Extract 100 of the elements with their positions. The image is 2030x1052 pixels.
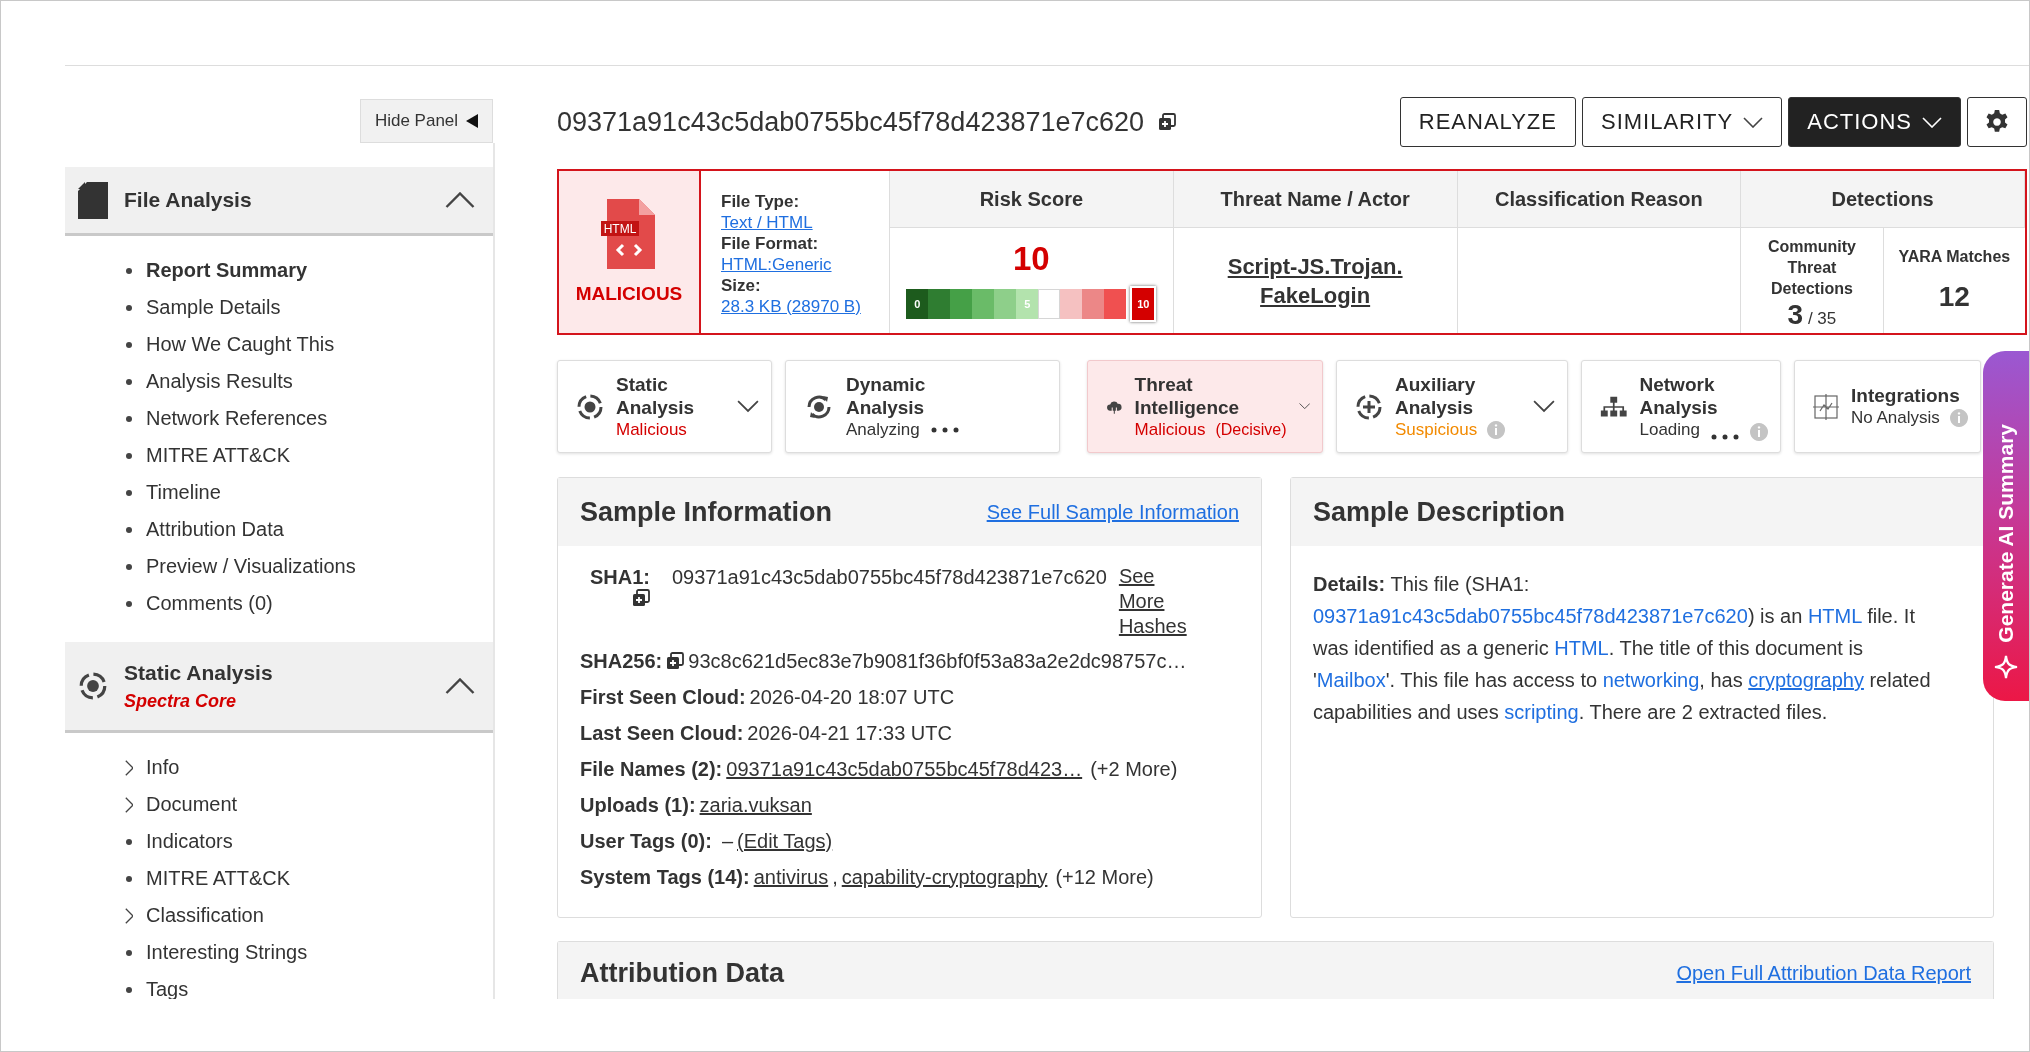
- bullet-icon: [126, 304, 132, 311]
- risk-scale-segment: [972, 288, 995, 319]
- nav-link[interactable]: Report Summary: [146, 259, 308, 282]
- risk-scale-segment: [950, 288, 973, 319]
- description-link[interactable]: 09371a91c43c5dab0755bc45f78d423871e7c620: [1313, 605, 1748, 627]
- risk-scale-segment: [928, 288, 951, 319]
- analysis-tab[interactable]: Static Analysis Malicious: [557, 360, 772, 453]
- nav-link[interactable]: Indicators: [146, 830, 233, 853]
- field-value: 2026-04-21 17:33 UTC: [747, 721, 952, 745]
- field-link[interactable]: HTML:Generic: [721, 254, 832, 275]
- field-link[interactable]: antivirus: [753, 865, 829, 889]
- detection-count: 3 / 35: [1787, 299, 1837, 331]
- field-link[interactable]: zaria.vuksan: [699, 793, 812, 817]
- nav-link[interactable]: Preview / Visualizations: [146, 555, 356, 578]
- threat-name-link[interactable]: Script-JS.Trojan.FakeLogin: [1200, 251, 1431, 310]
- description-link[interactable]: HTML: [1554, 637, 1609, 659]
- nav-link[interactable]: Attribution Data: [146, 518, 284, 541]
- nav-link[interactable]: Comments (0): [146, 592, 273, 615]
- tab-title: Auxiliary Analysis: [1395, 372, 1476, 419]
- panel-link[interactable]: Open Full Attribution Data Report: [1676, 961, 1971, 985]
- tab-title: Integrations: [1851, 384, 1960, 407]
- bullet-icon: [126, 452, 132, 459]
- scale-label: 5: [1024, 297, 1031, 310]
- panel-link[interactable]: See Full Sample Information: [986, 500, 1239, 524]
- field-label: SHA256:: [580, 649, 663, 673]
- bullet-icon: [126, 986, 132, 993]
- section-title: Static Analysis: [124, 660, 273, 685]
- section-header[interactable]: Static Analysis Spectra Core: [65, 642, 493, 733]
- description-link[interactable]: cryptography: [1748, 669, 1864, 691]
- field-link[interactable]: 09371a91c43c5dab0755bc45f78d423…: [726, 757, 1083, 781]
- similarity-button[interactable]: SIMILARITY: [1581, 97, 1783, 147]
- bullet-icon: [126, 838, 132, 845]
- scale-label: 10: [1137, 297, 1150, 310]
- nav-link[interactable]: Sample Details: [146, 296, 281, 319]
- risk-scale-segment: [1082, 288, 1105, 319]
- gear-icon: [1984, 109, 2010, 135]
- field-value: 93c8c621d5ec83e7b9081f36bf0f53a83a2e2dc98757c…: [688, 649, 1187, 673]
- tab-title: Network Analysis: [1639, 372, 1718, 419]
- field-label: SHA1:: [590, 566, 650, 589]
- field-link[interactable]: capability-cryptography: [841, 865, 1048, 889]
- chevron-right-icon: [124, 796, 134, 813]
- status-text: No Analysis: [1851, 407, 1940, 429]
- detection-label: YARA Matches: [1897, 247, 2012, 267]
- field-label: Size:: [721, 276, 761, 295]
- risk-scale-segment: [1104, 288, 1127, 319]
- column-header: Detections: [1741, 171, 2025, 228]
- analysis-tab[interactable]: Dynamic Analysis Analyzing: [785, 360, 1060, 453]
- empty-dash: –: [721, 829, 733, 853]
- risk-score: 10: [1013, 239, 1050, 278]
- chevron-right-icon: [124, 907, 134, 924]
- more-hashes-link[interactable]: See More Hashes: [1118, 564, 1187, 639]
- nav-link[interactable]: How We Caught This: [146, 333, 335, 356]
- section-header[interactable]: File Analysis: [65, 167, 493, 236]
- panel-title: Sample Description: [1313, 496, 1566, 528]
- field-link[interactable]: (Edit Tags): [737, 829, 833, 853]
- nav-link[interactable]: MITRE ATT&CK: [146, 444, 291, 467]
- caret-left-icon: [466, 114, 479, 128]
- hide-panel-button[interactable]: Hide Panel: [360, 99, 493, 143]
- section-subtitle: Spectra Core: [124, 690, 238, 712]
- detection-label: Community Threat Detections: [1766, 237, 1857, 299]
- tab-title: Static Analysis: [616, 372, 695, 419]
- bullet-icon: [126, 341, 132, 348]
- detection-count: 12: [1938, 281, 1970, 313]
- nav-link[interactable]: Classification: [146, 904, 264, 927]
- status-text: Malicious: [616, 418, 687, 441]
- field-label: Last Seen Cloud:: [580, 721, 744, 745]
- field-link[interactable]: 28.3 KB (28970 B): [721, 296, 861, 317]
- bullet-icon: [126, 600, 132, 607]
- analysis-tab[interactable]: Integrations No Analysis: [1794, 360, 1981, 453]
- status-text: Analyzing: [846, 418, 920, 441]
- nav-link[interactable]: Document: [146, 793, 238, 816]
- reanalyze-button[interactable]: REANALYZE: [1399, 97, 1576, 147]
- description-link[interactable]: networking: [1602, 669, 1700, 691]
- nav-link[interactable]: Timeline: [146, 481, 221, 504]
- analysis-tab[interactable]: Network Analysis Loading: [1581, 360, 1781, 453]
- nav-link[interactable]: Analysis Results: [146, 370, 293, 393]
- settings-button[interactable]: [1967, 97, 2027, 147]
- column-header: Risk Score: [890, 171, 1174, 228]
- description-link[interactable]: Mailbox: [1316, 669, 1386, 691]
- sparkle-icon: [1994, 655, 2018, 679]
- nav-link[interactable]: Info: [146, 756, 180, 779]
- tab-title: Threat Intelligence: [1134, 372, 1240, 419]
- status-text: Loading: [1639, 418, 1700, 441]
- more-count: (+12 More): [1055, 865, 1154, 889]
- field-link[interactable]: Text / HTML: [721, 212, 813, 233]
- description-link[interactable]: HTML: [1807, 605, 1862, 627]
- nav-link[interactable]: MITRE ATT&CK: [146, 867, 291, 890]
- actions-button[interactable]: ACTIONS: [1788, 97, 1961, 147]
- nav-link[interactable]: Network References: [146, 407, 328, 430]
- bullet-icon: [126, 526, 132, 533]
- nav-link[interactable]: Interesting Strings: [146, 941, 308, 964]
- field-label: File Names (2):: [580, 757, 723, 781]
- risk-scale-segment: [1060, 288, 1083, 319]
- target-icon: [576, 392, 604, 421]
- bullet-icon: [126, 875, 132, 882]
- analysis-tab[interactable]: Auxiliary Analysis Suspicious: [1336, 360, 1568, 453]
- description-link[interactable]: scripting: [1504, 701, 1579, 723]
- generate-ai-summary-tab[interactable]: Generate AI Summary: [1983, 351, 2029, 701]
- field-value: 09371a91c43c5dab0755bc45f78d423871e7c620: [672, 565, 1107, 589]
- analysis-tab[interactable]: Threat Intelligence Malicious (Decisive): [1087, 360, 1323, 453]
